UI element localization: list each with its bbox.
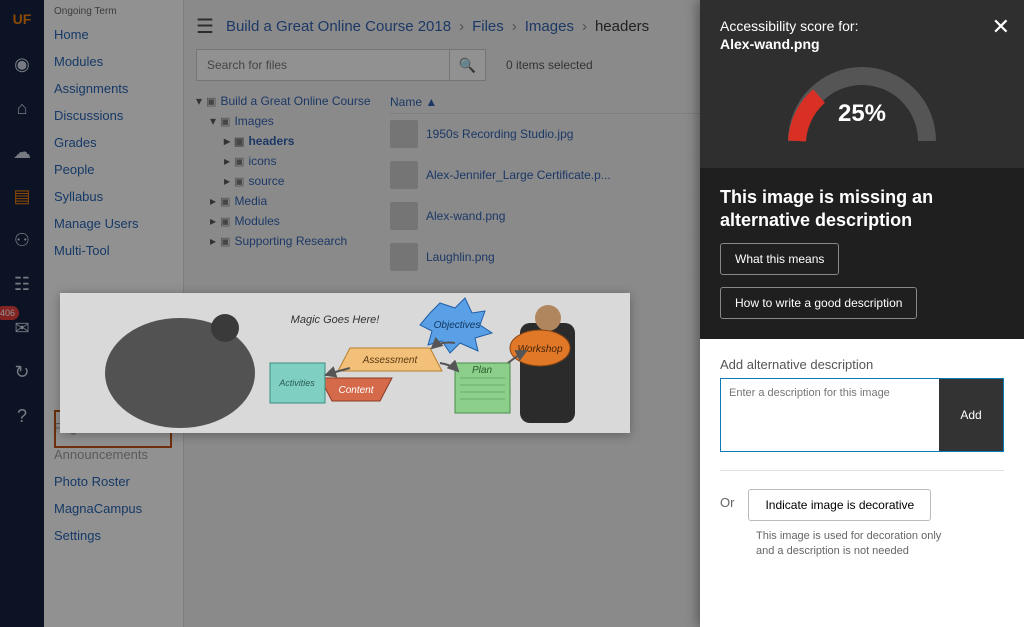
nav-modules[interactable]: Modules	[44, 48, 183, 75]
score-percent: 25%	[777, 100, 947, 128]
score-gauge: 25%	[777, 66, 947, 146]
tree-images[interactable]: ▾▣Images	[196, 111, 386, 131]
nav-magnacampus[interactable]: MagnaCampus	[44, 495, 183, 522]
term-label: Ongoing Term	[44, 6, 183, 21]
file-name: Alex-Jennifer_Large Certificate.p...	[426, 168, 611, 182]
search-box: 🔍	[196, 49, 486, 81]
file-thumb	[390, 161, 418, 189]
alt-description-input[interactable]	[721, 379, 939, 451]
how-to-write-button[interactable]: How to write a good description	[720, 287, 917, 319]
sort-asc-icon: ▲	[425, 95, 437, 109]
crumb-files[interactable]: Files	[472, 18, 504, 35]
file-thumb	[390, 243, 418, 271]
add-desc-label: Add alternative description	[720, 357, 1004, 372]
what-this-means-button[interactable]: What this means	[720, 243, 839, 275]
commons-icon[interactable]: ↻	[6, 356, 38, 388]
help-icon[interactable]: ?	[6, 400, 38, 432]
inbox-icon[interactable]: ✉406	[6, 312, 38, 344]
groups-icon[interactable]: ⚇	[6, 224, 38, 256]
nav-discussions[interactable]: Discussions	[44, 102, 183, 129]
search-icon: 🔍	[459, 57, 476, 74]
chevron-right-icon: ›	[512, 18, 517, 35]
crumb-current: headers	[595, 18, 649, 35]
tree-icons[interactable]: ▸▣icons	[196, 151, 386, 171]
decorative-hint: This image is used for decoration only a…	[756, 529, 956, 560]
nav-settings[interactable]: Settings	[44, 522, 183, 549]
courses-icon[interactable]: ▤	[6, 180, 38, 212]
account-icon[interactable]: ◉	[6, 48, 38, 80]
svg-text:Plan: Plan	[472, 365, 492, 376]
score-label: Accessibility score for:	[720, 18, 1004, 34]
svg-text:Assessment: Assessment	[362, 355, 419, 366]
tree-media[interactable]: ▸▣Media	[196, 191, 386, 211]
svg-text:Workshop: Workshop	[517, 344, 562, 355]
tree-source[interactable]: ▸▣source	[196, 171, 386, 191]
selection-count: 0 items selected	[506, 58, 593, 72]
svg-text:Magic Goes Here!: Magic Goes Here!	[291, 314, 380, 326]
calendar-icon[interactable]: ☷	[6, 268, 38, 300]
uf-logo[interactable]: UF	[6, 4, 38, 36]
hamburger-icon[interactable]: ☰	[196, 14, 214, 39]
file-thumb	[390, 120, 418, 148]
svg-text:Content: Content	[338, 385, 374, 396]
image-preview: Objectives Assessment Content Activities…	[60, 293, 630, 433]
tree-root[interactable]: ▾▣Build a Great Online Course	[196, 91, 386, 111]
nav-people[interactable]: People	[44, 156, 183, 183]
nav-photo-roster[interactable]: Photo Roster	[44, 468, 183, 495]
tree-supporting[interactable]: ▸▣Supporting Research	[196, 231, 386, 251]
tree-headers[interactable]: ▸▣headers	[196, 131, 386, 151]
tree-modules[interactable]: ▸▣Modules	[196, 211, 386, 231]
folder-tree: ▾▣Build a Great Online Course ▾▣Images ▸…	[196, 91, 386, 278]
file-name: Laughlin.png	[426, 250, 495, 264]
svg-text:Activities: Activities	[278, 378, 315, 388]
issue-title: This image is missing an alternative des…	[720, 186, 1004, 231]
nav-multi-tool[interactable]: Multi-Tool	[44, 237, 183, 264]
or-label: Or	[720, 489, 734, 510]
ally-panel: ✕ Accessibility score for: Alex-wand.png…	[700, 0, 1024, 627]
add-description-button[interactable]: Add	[939, 379, 1003, 451]
search-button[interactable]: 🔍	[449, 50, 485, 80]
dashboard-icon[interactable]: ☁	[6, 136, 38, 168]
file-name: 1950s Recording Studio.jpg	[426, 127, 573, 141]
close-button[interactable]: ✕	[992, 14, 1010, 40]
indicate-decorative-button[interactable]: Indicate image is decorative	[748, 489, 931, 521]
chevron-right-icon: ›	[582, 18, 587, 35]
admin-icon[interactable]: ⌂	[6, 92, 38, 124]
nav-home[interactable]: Home	[44, 21, 183, 48]
file-name: Alex-wand.png	[426, 209, 505, 223]
svg-text:Objectives: Objectives	[434, 320, 481, 331]
inbox-badge: 406	[0, 306, 19, 320]
crumb-images[interactable]: Images	[525, 18, 574, 35]
nav-grades[interactable]: Grades	[44, 129, 183, 156]
score-filename: Alex-wand.png	[720, 36, 1004, 52]
nav-assignments[interactable]: Assignments	[44, 75, 183, 102]
search-input[interactable]	[197, 50, 449, 80]
chevron-right-icon: ›	[459, 18, 464, 35]
crumb-course[interactable]: Build a Great Online Course 2018	[226, 18, 451, 35]
file-thumb	[390, 202, 418, 230]
nav-manage-users[interactable]: Manage Users	[44, 210, 183, 237]
nav-syllabus[interactable]: Syllabus	[44, 183, 183, 210]
global-nav-rail: UF ◉ ⌂ ☁ ▤ ⚇ ☷ ✉406 ↻ ?	[0, 0, 44, 627]
